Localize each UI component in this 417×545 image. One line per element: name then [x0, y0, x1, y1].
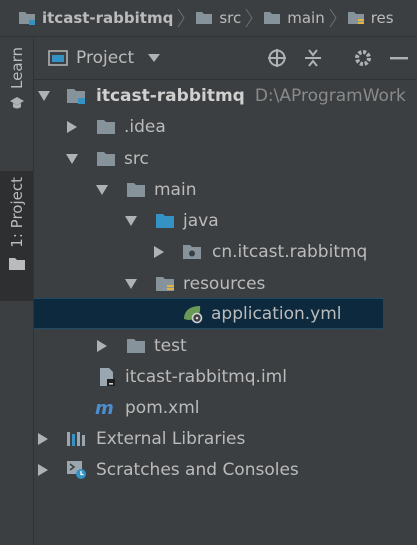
folder-icon [195, 10, 213, 26]
library-icon [66, 430, 88, 448]
collapsed-arrow-icon[interactable] [36, 463, 50, 477]
pom-label: pom.xml [125, 397, 200, 418]
tree-node-scratches[interactable]: Scratches and Consoles [34, 454, 383, 485]
collapsed-arrow-icon[interactable] [65, 120, 79, 134]
collapsed-arrow-icon[interactable] [152, 245, 166, 259]
tree-node-package[interactable]: cn.itcast.rabbitmq [34, 236, 383, 267]
project-tab-label: 1: Project [7, 177, 26, 248]
tree-node-resources[interactable]: resources [34, 268, 383, 299]
project-tab[interactable]: 1: Project [0, 171, 33, 301]
chevron-right-icon [241, 0, 257, 36]
tree-node-pom[interactable]: m pom.xml [34, 392, 383, 423]
application-yml-label: application.yml [211, 303, 342, 324]
learn-tab[interactable]: Learn [0, 41, 33, 163]
external-libraries-label: External Libraries [96, 428, 246, 449]
panel-title: Project [76, 48, 135, 68]
project-tree: itcast-rabbitmq D:\AProgramWork .idea src… [34, 80, 417, 545]
collapsed-arrow-icon[interactable] [36, 432, 50, 446]
spring-config-icon [182, 304, 204, 324]
collapse-all-button[interactable] [295, 37, 331, 79]
test-label: test [154, 335, 187, 356]
expanded-arrow-icon[interactable] [124, 277, 138, 291]
scratches-label: Scratches and Consoles [96, 459, 299, 480]
minimize-icon [390, 56, 408, 60]
iml-label: itcast-rabbitmq.iml [125, 366, 287, 387]
module-folder-icon [66, 87, 86, 105]
locate-file-button[interactable] [259, 37, 295, 79]
expanded-arrow-icon[interactable] [65, 152, 79, 166]
panel-actions [259, 37, 417, 79]
breadcrumb-project[interactable]: itcast-rabbitmq [0, 0, 173, 36]
project-root-label: itcast-rabbitmq [96, 85, 245, 106]
tree-node-project-root[interactable]: itcast-rabbitmq D:\AProgramWork [34, 80, 406, 111]
folder-icon [96, 118, 116, 136]
maven-icon: m [95, 399, 117, 417]
expanded-arrow-icon[interactable] [37, 89, 51, 103]
tree-node-application-yml[interactable]: application.yml [34, 298, 383, 329]
hide-panel-button[interactable] [381, 37, 417, 79]
src-label: src [124, 148, 149, 169]
package-label: cn.itcast.rabbitmq [212, 241, 368, 262]
tree-node-src[interactable]: src [34, 143, 383, 174]
java-label: java [183, 210, 219, 231]
collapse-all-icon [303, 48, 323, 68]
expanded-arrow-icon[interactable] [124, 214, 138, 228]
scratches-icon [66, 460, 88, 480]
collapsed-arrow-icon[interactable] [95, 339, 109, 353]
breadcrumb-label: src [219, 9, 242, 27]
tree-node-idea[interactable]: .idea [34, 111, 383, 142]
tree-node-java[interactable]: java [34, 205, 383, 236]
breadcrumb-main[interactable]: main [257, 0, 325, 36]
project-root-path: D:\AProgramWork [254, 85, 406, 106]
tree-node-external-libraries[interactable]: External Libraries [34, 423, 383, 454]
resources-folder-icon [347, 10, 365, 26]
tree-node-main[interactable]: main [34, 174, 383, 205]
chevron-down-icon[interactable] [148, 54, 161, 62]
tree-node-iml[interactable]: itcast-rabbitmq.iml [34, 361, 383, 392]
learn-tab-label: Learn [7, 47, 26, 89]
gear-icon [353, 48, 373, 68]
breadcrumb-label: itcast-rabbitmq [42, 9, 174, 27]
breadcrumb-label: main [287, 9, 325, 27]
breadcrumb-resources[interactable]: res [341, 0, 394, 36]
resources-folder-icon [155, 275, 175, 293]
folder-icon [126, 337, 146, 355]
tool-window-strip: Learn 1: Project [0, 37, 34, 545]
root-label-wrap: itcast-rabbitmq D:\AProgramWork [96, 86, 406, 106]
folder-icon [126, 181, 146, 199]
project-view-selector[interactable]: Project [48, 48, 161, 68]
idea-label: .idea [124, 116, 166, 137]
folder-icon [8, 256, 26, 272]
module-folder-icon [18, 10, 36, 26]
folder-icon [96, 150, 116, 168]
breadcrumb-label: res [370, 9, 394, 27]
expanded-arrow-icon[interactable] [95, 183, 109, 197]
chevron-right-icon [325, 0, 341, 36]
svg-text:m: m [95, 399, 114, 417]
navigation-bar: itcast-rabbitmq src main res [0, 0, 417, 37]
main-label: main [154, 179, 197, 200]
tree-node-test[interactable]: test [34, 330, 383, 361]
package-icon [182, 243, 202, 261]
resources-label: resources [183, 273, 266, 294]
settings-button[interactable] [345, 37, 381, 79]
source-folder-icon [155, 212, 175, 230]
crosshair-icon [267, 48, 287, 68]
module-file-icon [97, 367, 117, 387]
folder-icon [263, 10, 281, 26]
chevron-right-icon [173, 0, 189, 36]
breadcrumb-src[interactable]: src [189, 0, 241, 36]
project-panel-header: Project [34, 37, 417, 80]
project-window-icon [48, 50, 68, 66]
graduation-cap-icon [9, 95, 25, 111]
